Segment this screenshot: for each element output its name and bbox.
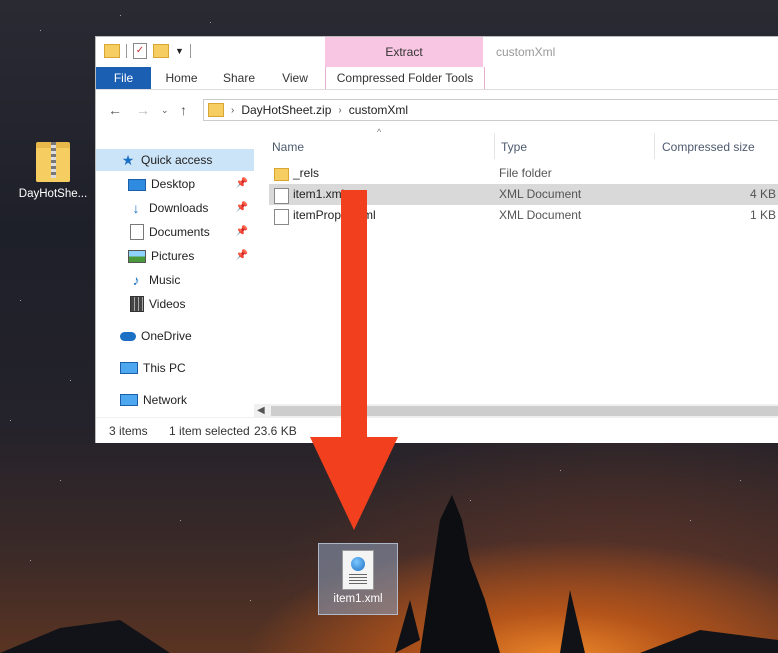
title-bar: ✓ ▼ Extract customXml xyxy=(96,37,778,67)
nav-videos[interactable]: Videos xyxy=(96,293,254,315)
properties-icon[interactable]: ✓ xyxy=(133,43,147,59)
star-icon: ★ xyxy=(121,152,135,168)
pin-icon: 📌 xyxy=(235,250,248,261)
arrow-head xyxy=(310,437,398,530)
folder-icon[interactable] xyxy=(104,44,120,58)
cloud-icon xyxy=(120,331,136,341)
chevron-right-icon[interactable]: › xyxy=(231,105,234,116)
column-type[interactable]: Type xyxy=(501,137,527,157)
document-icon xyxy=(130,224,144,240)
file-row-selected[interactable]: item1.xml XML Document 4 KB xyxy=(269,184,778,205)
window-title: customXml xyxy=(496,45,556,59)
column-compressed-size[interactable]: Compressed size xyxy=(662,137,755,157)
nav-onedrive[interactable]: OneDrive xyxy=(96,325,254,347)
status-selection: 1 item selected xyxy=(169,424,250,438)
folder-icon xyxy=(274,168,289,181)
network-icon xyxy=(120,394,138,406)
video-icon xyxy=(130,296,144,312)
horizontal-scrollbar[interactable]: ◀ xyxy=(254,404,778,418)
tab-home[interactable]: Home xyxy=(153,67,210,89)
ribbon-tabs: File Home Share View Compressed Folder T… xyxy=(96,67,778,90)
tab-file[interactable]: File xyxy=(96,67,151,89)
quick-access-toolbar: ✓ ▼ xyxy=(104,43,191,59)
desktop-icon-zip[interactable]: DayHotShe... xyxy=(14,140,92,200)
nav-desktop[interactable]: Desktop 📌 xyxy=(96,173,254,195)
back-arrow-icon[interactable]: ← xyxy=(108,102,122,118)
pin-icon: 📌 xyxy=(235,202,248,213)
status-item-count: 3 items xyxy=(109,424,148,438)
pictures-icon xyxy=(128,249,146,263)
nav-pictures[interactable]: Pictures 📌 xyxy=(96,245,254,267)
chevron-right-icon[interactable]: › xyxy=(338,105,341,116)
status-size: 23.6 KB xyxy=(254,424,297,438)
nav-network[interactable]: Network xyxy=(96,389,254,411)
breadcrumb-zip[interactable]: DayHotSheet.zip xyxy=(241,103,331,117)
tab-share[interactable]: Share xyxy=(212,67,266,89)
customize-toolbar-icon[interactable]: ▼ xyxy=(175,46,184,56)
context-tab-extract[interactable]: Extract xyxy=(325,37,483,67)
pin-icon: 📌 xyxy=(235,178,248,189)
xml-file-icon xyxy=(342,550,374,590)
file-explorer-window: ✓ ▼ Extract customXml File Home Share Vi… xyxy=(95,36,778,443)
xml-file-icon xyxy=(274,188,289,204)
breadcrumb-customxml[interactable]: customXml xyxy=(349,103,408,117)
nav-this-pc[interactable]: This PC xyxy=(96,357,254,379)
recent-locations-icon[interactable]: ⌄ xyxy=(161,105,169,116)
desktop-icon-xml[interactable]: item1.xml xyxy=(318,543,398,615)
download-icon: ↓ xyxy=(132,200,140,216)
scroll-left-icon[interactable]: ◀ xyxy=(257,404,265,418)
tab-view[interactable]: View xyxy=(268,67,322,89)
navigation-pane: ★ Quick access Desktop 📌 ↓ Downloads 📌 D… xyxy=(96,129,254,416)
desktop-icon-xml-label: item1.xml xyxy=(333,593,383,605)
xml-file-icon xyxy=(274,209,289,225)
scrollbar-thumb[interactable] xyxy=(271,406,778,416)
file-list: ^ Name Type Compressed size _rels File f… xyxy=(254,127,778,418)
desktop-icon-zip-label: DayHotShe... xyxy=(18,188,88,200)
folder-icon xyxy=(208,103,224,117)
status-bar: 3 items 1 item selected 23.6 KB xyxy=(96,417,778,444)
desktop-icon xyxy=(128,178,146,191)
new-folder-icon[interactable] xyxy=(153,44,169,58)
zip-folder-icon xyxy=(36,140,70,182)
nav-downloads[interactable]: ↓ Downloads 📌 xyxy=(96,197,254,219)
address-bar[interactable]: › DayHotSheet.zip › customXml xyxy=(203,99,778,121)
forward-arrow-icon[interactable]: → xyxy=(136,102,150,118)
file-row[interactable]: itemProps1.xml XML Document 1 KB xyxy=(269,205,778,226)
up-arrow-icon[interactable]: ↑ xyxy=(180,102,187,118)
file-row[interactable]: _rels File folder xyxy=(269,163,778,184)
nav-quick-access[interactable]: ★ Quick access xyxy=(96,149,254,171)
nav-documents[interactable]: Documents 📌 xyxy=(96,221,254,243)
address-row: ← → ⌄ ↑ › DayHotSheet.zip › customXml xyxy=(96,90,778,130)
tab-compressed-folder-tools[interactable]: Compressed Folder Tools xyxy=(325,67,485,89)
computer-icon xyxy=(120,362,138,374)
sort-ascending-icon: ^ xyxy=(377,127,382,137)
nav-music[interactable]: ♪ Music xyxy=(96,269,254,291)
content-area: ★ Quick access Desktop 📌 ↓ Downloads 📌 D… xyxy=(96,127,778,418)
music-icon: ♪ xyxy=(132,272,140,288)
column-name[interactable]: Name xyxy=(272,137,304,157)
pin-icon: 📌 xyxy=(235,226,248,237)
